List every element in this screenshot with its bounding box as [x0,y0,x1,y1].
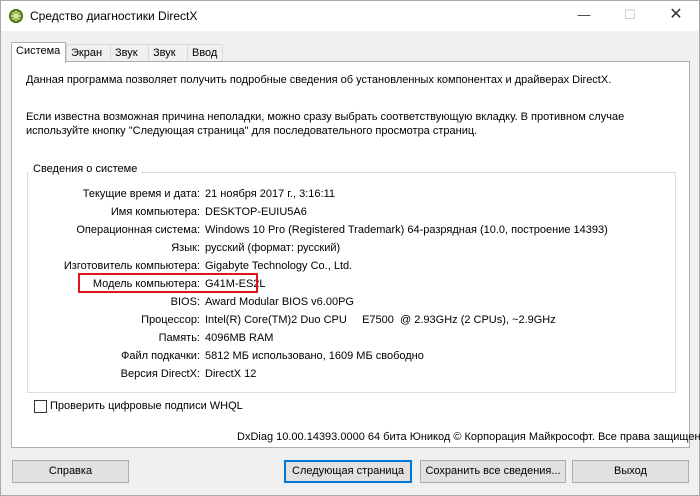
dxdiag-app-icon [8,8,24,24]
whql-checkbox[interactable] [34,400,47,413]
info-row-memory: Память: 4096MB RAM [12,331,672,345]
intro-hint-text: Если известна возможная причина неполадк… [26,111,625,137]
next-page-button[interactable]: Следующая страница [284,460,412,483]
info-value: 21 ноября 2017 г., 3:16:11 [205,188,335,200]
info-label: Процессор: [141,314,200,326]
info-row-directx-version: Версия DirectX: DirectX 12 [12,367,672,381]
info-row-language: Язык: русский (формат: русский) [12,241,672,255]
info-value: русский (формат: русский) [205,242,341,254]
info-row-page-file: Файл подкачки: 5812 МБ использовано, 160… [12,349,672,363]
title-bar[interactable]: Средство диагностики DirectX — ☐ ✕ [1,1,699,31]
exit-button[interactable]: Выход [572,460,689,483]
info-label: Версия DirectX: [120,368,200,380]
info-value: Gigabyte Technology Co., Ltd. [205,260,353,272]
save-all-button[interactable]: Сохранить все сведения... [420,460,566,483]
info-label: Операционная система: [76,224,200,236]
whql-checkbox-label[interactable]: Проверить цифровые подписи WHQL [50,400,243,412]
info-label: Изготовитель компьютера: [63,260,200,272]
model-highlight-box [78,273,258,293]
close-button[interactable]: ✕ [653,1,699,31]
info-value: Windows 10 Pro (Registered Trademark) 64… [205,224,608,236]
info-label: Имя компьютера: [110,206,200,218]
window-title: Средство диагностики DirectX [30,9,198,23]
system-info-group-title: Сведения о системе [29,163,142,175]
tab-sound-1[interactable]: Звук 1 [110,44,149,76]
dxdiag-window: Средство диагностики DirectX — ☐ ✕ Систе… [0,0,700,496]
info-label: BIOS: [170,296,200,308]
maximize-button[interactable]: ☐ [607,1,653,31]
info-row-datetime: Текущие время и дата: 21 ноября 2017 г.,… [12,187,672,201]
info-row-os: Операционная система: Windows 10 Pro (Re… [12,223,672,237]
help-button[interactable]: Справка [12,460,129,483]
info-value: DirectX 12 [205,368,257,380]
info-label: Язык: [171,242,200,254]
copyright-text: DxDiag 10.00.14393.0000 64 бита Юникод ©… [237,431,700,443]
info-value: 4096MB RAM [205,332,274,344]
info-label: Файл подкачки: [120,350,200,362]
info-label: Память: [158,332,200,344]
minimize-button[interactable]: — [561,1,607,31]
info-row-processor: Процессор: Intel(R) Core(TM)2 Duo CPU E7… [12,313,672,327]
info-label: Текущие время и дата: [82,188,200,200]
intro-text: Данная программа позволяет получить подр… [26,74,612,86]
tab-input[interactable]: Ввод [187,44,223,62]
info-value: 5812 МБ использовано, 1609 МБ свободно [205,350,424,362]
info-value: Award Modular BIOS v6.00PG [205,296,354,308]
info-row-manufacturer: Изготовитель компьютера: Gigabyte Techno… [12,259,672,273]
info-row-bios: BIOS: Award Modular BIOS v6.00PG [12,295,672,309]
tab-display[interactable]: Экран [66,44,111,62]
info-row-computer-name: Имя компьютера: DESKTOP-EUIU5A6 [12,205,672,219]
info-value: Intel(R) Core(TM)2 Duo CPU E7500 @ 2.93G… [205,314,556,326]
tab-system[interactable]: Система [11,42,66,63]
tab-sound-2[interactable]: Звук 2 [148,44,188,76]
info-value: DESKTOP-EUIU5A6 [205,206,307,218]
system-tab-panel: Данная программа позволяет получить подр… [11,61,690,448]
